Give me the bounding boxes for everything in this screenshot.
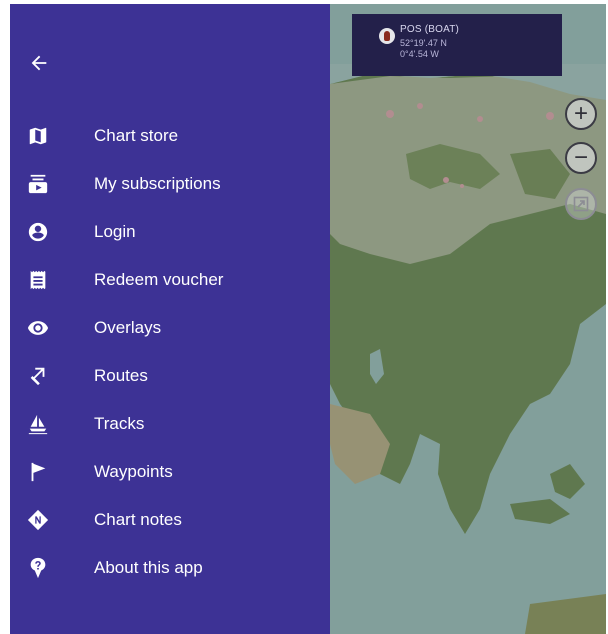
menu-label-redeem-voucher: Redeem voucher [94,270,224,289]
back-button[interactable] [24,48,54,78]
position-longitude: 0°4'.54 W [400,49,439,59]
menu-label-my-subscriptions: My subscriptions [94,174,221,193]
app-frame: POS (BOAT) 52°19'.47 N 0°4'.54 W + − Cha… [10,4,606,634]
boat-icon [379,28,395,44]
map-icon [26,124,50,148]
sailboat-icon [26,412,50,436]
resize-icon [573,196,589,212]
position-latitude: 52°19'.47 N [400,38,447,48]
zoom-out-icon: − [573,144,588,171]
account-circle-icon [26,220,50,244]
navigation-drawer: Chart store My subscriptions Login Redee… [10,4,330,634]
menu-item-routes[interactable]: Routes [10,353,330,399]
menu-label-chart-store: Chart store [94,126,179,145]
resize-button[interactable] [565,188,597,220]
arrow-left-icon [31,55,47,71]
menu-item-login[interactable]: Login [10,209,330,255]
menu-label-about-this-app: About this app [94,558,203,577]
note-marker-icon [26,508,50,532]
menu-item-chart-store[interactable]: Chart store [10,113,330,159]
route-icon [26,364,50,388]
menu-item-my-subscriptions[interactable]: My subscriptions [10,161,330,207]
zoom-in-button[interactable]: + [565,98,597,130]
voucher-icon [26,268,50,292]
menu-item-about-this-app[interactable]: About this app [10,545,330,591]
subscriptions-icon [26,172,50,196]
position-title: POS (BOAT) [400,24,460,35]
zoom-in-icon: + [573,100,588,127]
menu-label-overlays: Overlays [94,318,162,337]
flag-icon [26,460,50,484]
eye-icon [26,316,50,340]
menu-item-redeem-voucher[interactable]: Redeem voucher [10,257,330,303]
menu-item-waypoints[interactable]: Waypoints [10,449,330,495]
menu-item-tracks[interactable]: Tracks [10,401,330,447]
menu-label-tracks: Tracks [94,414,145,433]
help-icon [26,556,50,580]
menu-item-chart-notes[interactable]: Chart notes [10,497,330,543]
position-panel[interactable]: POS (BOAT) 52°19'.47 N 0°4'.54 W [352,14,562,76]
menu-label-login: Login [94,222,136,241]
zoom-out-button[interactable]: − [565,142,597,174]
menu-label-routes: Routes [94,366,148,385]
menu-item-overlays[interactable]: Overlays [10,305,330,351]
menu-label-chart-notes: Chart notes [94,510,182,529]
menu-label-waypoints: Waypoints [94,462,173,481]
